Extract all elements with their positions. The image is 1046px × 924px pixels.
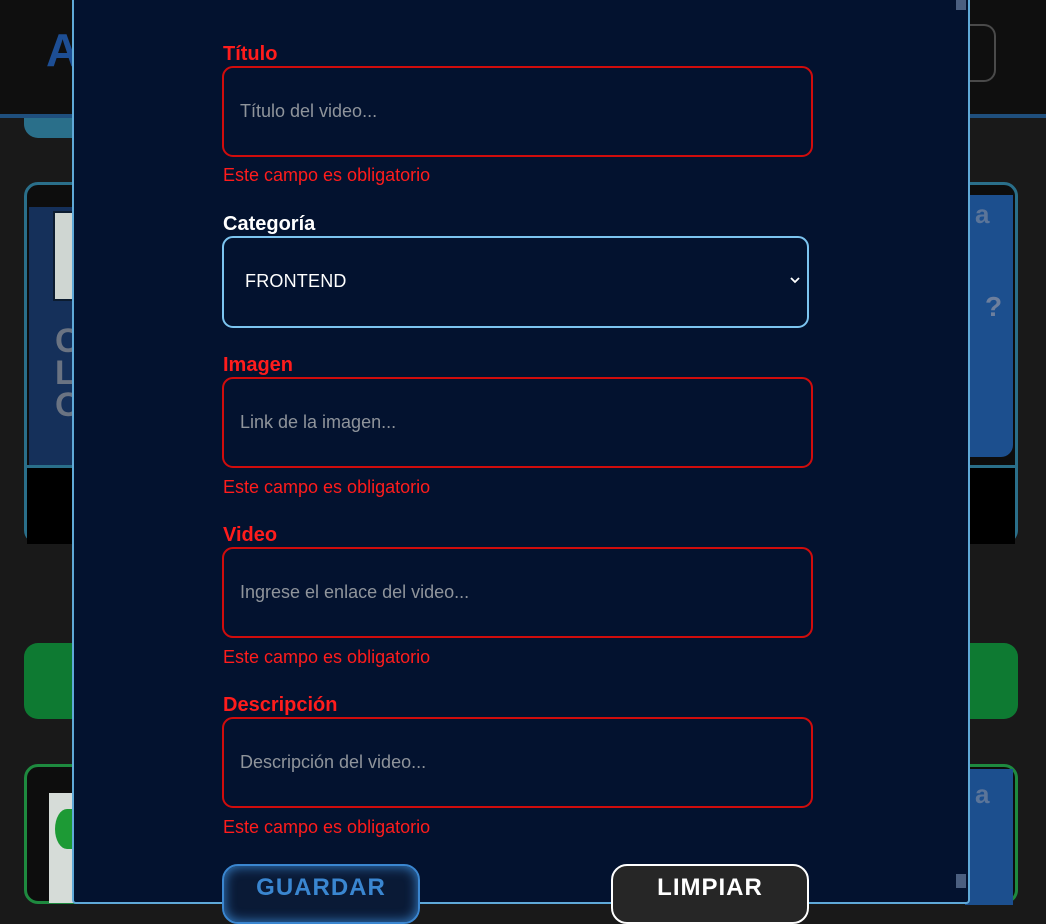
site-logo[interactable]: A — [46, 26, 79, 74]
image-error: Este campo es obligatorio — [223, 477, 431, 497]
title-input[interactable] — [222, 66, 813, 157]
save-button[interactable]: GUARDAR — [222, 864, 420, 924]
video-error: Este campo es obligatorio — [223, 647, 431, 667]
video-thumbnail[interactable]: a — [965, 769, 1013, 905]
category-select[interactable]: FRONTEND — [222, 236, 809, 328]
category-tab — [24, 118, 74, 138]
modal-scrollbar-track-end[interactable] — [956, 874, 966, 888]
description-input[interactable] — [222, 717, 813, 808]
video-thumbnail[interactable]: a ? — [965, 195, 1013, 457]
image-label: Imagen — [223, 354, 294, 376]
thumbnail-question-mark: ? — [985, 291, 1003, 322]
title-label: Título — [223, 43, 278, 65]
chevron-down-icon — [790, 277, 800, 284]
thumbnail-logo-text: a — [975, 199, 990, 229]
category-selected-value: FRONTEND — [245, 271, 347, 291]
clear-button[interactable]: LIMPIAR — [611, 864, 809, 924]
video-label: Video — [223, 524, 278, 546]
description-label: Descripción — [223, 694, 338, 716]
thumbnail-logo-text: a — [975, 779, 990, 809]
video-url-input[interactable] — [222, 547, 813, 638]
title-error: Este campo es obligatorio — [223, 165, 431, 185]
modal-scrollbar-thumb[interactable] — [956, 0, 966, 10]
image-url-input[interactable] — [222, 377, 813, 468]
category-label: Categoría — [223, 213, 316, 235]
description-error: Este campo es obligatorio — [223, 817, 431, 837]
